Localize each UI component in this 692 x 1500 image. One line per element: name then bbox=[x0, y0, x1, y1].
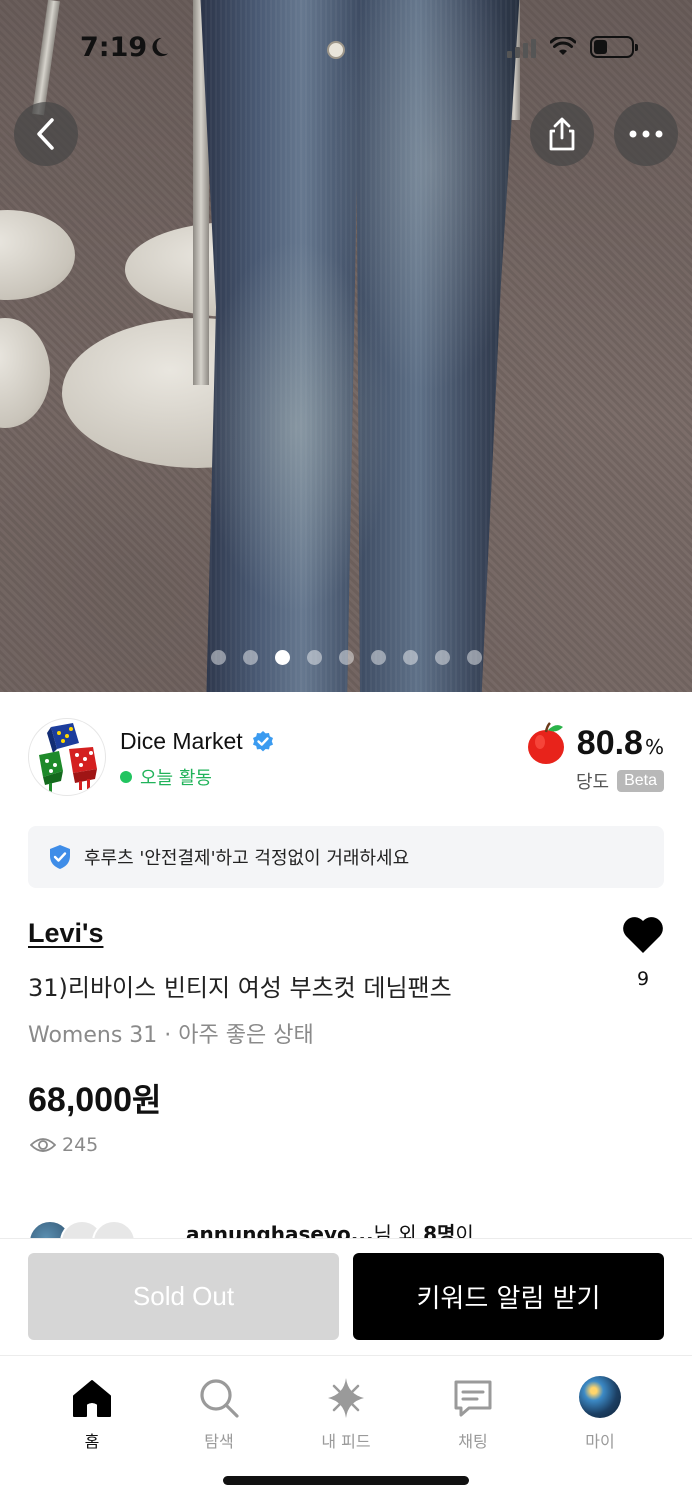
like-count: 9 bbox=[636, 968, 650, 990]
dice-logo bbox=[39, 723, 97, 793]
chat-icon bbox=[454, 1380, 492, 1417]
pagination-dot[interactable] bbox=[338, 650, 354, 665]
sweetness-value: 80.8 bbox=[576, 723, 643, 762]
tab-feed[interactable]: 내 피드 bbox=[291, 1376, 401, 1452]
tab-search[interactable]: 탐색 bbox=[164, 1376, 274, 1452]
jeans-button bbox=[327, 41, 345, 59]
product-image[interactable]: 7:19 bbox=[0, 0, 692, 692]
sweetness-label: 당도 bbox=[575, 772, 610, 793]
price-unit: 원 bbox=[132, 1081, 162, 1119]
eye-icon bbox=[30, 1138, 56, 1152]
seller-name-row[interactable]: Dice Market bbox=[120, 728, 275, 755]
battery-icon bbox=[590, 36, 638, 58]
safe-payment-banner[interactable]: 후루츠 '안전결제'하고 걱정없이 거래하세요 bbox=[28, 826, 664, 888]
pagination-dot[interactable] bbox=[306, 650, 322, 665]
share-icon bbox=[549, 117, 575, 151]
tab-my-label: 마이 bbox=[585, 1432, 615, 1451]
home-indicator bbox=[223, 1476, 469, 1485]
pagination-dot[interactable] bbox=[370, 650, 386, 665]
avatar bbox=[92, 1220, 136, 1240]
view-count-value: 245 bbox=[62, 1134, 99, 1156]
tab-chat-label: 채팅 bbox=[458, 1432, 488, 1451]
sweetness-unit: % bbox=[644, 735, 664, 759]
tab-chat[interactable]: 채팅 bbox=[418, 1376, 528, 1452]
product-title: 31)리바이스 빈티지 여성 부츠컷 데님팬츠 bbox=[28, 974, 452, 1002]
tab-search-label: 탐색 bbox=[204, 1432, 234, 1451]
back-button[interactable] bbox=[14, 102, 78, 166]
interested-users-row[interactable]: annunghaseyo...님 외 8명이 bbox=[28, 1218, 668, 1240]
status-right bbox=[507, 36, 638, 58]
search-icon bbox=[200, 1379, 239, 1418]
pagination-dot[interactable] bbox=[466, 650, 482, 665]
like-button[interactable]: 9 bbox=[618, 914, 668, 990]
brand-link[interactable]: Levi's bbox=[28, 918, 103, 949]
product-price: 68,000원 bbox=[28, 1075, 161, 1121]
product-meta: Womens 31 · 아주 좋은 상태 bbox=[28, 1023, 314, 1048]
online-dot bbox=[120, 771, 132, 783]
interested-users-text: annunghaseyo...님 외 8명이 bbox=[186, 1218, 474, 1240]
tab-my[interactable]: 마이 bbox=[545, 1376, 655, 1452]
shield-icon bbox=[50, 845, 70, 869]
sweetness-label-row: 당도 Beta bbox=[576, 768, 664, 794]
beta-badge: Beta bbox=[617, 770, 664, 792]
more-button[interactable] bbox=[614, 102, 678, 166]
safe-payment-text: 후루츠 '안전결제'하고 걱정없이 거래하세요 bbox=[84, 848, 410, 869]
price-number: 68,000 bbox=[28, 1081, 132, 1119]
jeans-wash bbox=[200, 0, 520, 692]
verified-icon bbox=[252, 730, 273, 751]
home-icon bbox=[73, 1380, 111, 1417]
sold-out-button[interactable]: Sold Out bbox=[28, 1253, 339, 1340]
pagination-dot[interactable] bbox=[210, 650, 226, 665]
signal-icon bbox=[507, 36, 536, 58]
activity-label: 오늘 활동 bbox=[140, 768, 212, 789]
seller-activity: 오늘 활동 bbox=[120, 764, 212, 790]
pagination-dot[interactable] bbox=[274, 650, 290, 665]
profile-avatar bbox=[579, 1376, 621, 1418]
heart-icon bbox=[623, 917, 663, 953]
status-time: 7:19 bbox=[80, 32, 148, 63]
pagination-dot[interactable] bbox=[434, 650, 450, 665]
sweetness-score[interactable]: 80.8 % bbox=[523, 720, 664, 766]
seller-avatar[interactable] bbox=[28, 718, 106, 796]
seller-name: Dice Market bbox=[120, 728, 243, 754]
keyword-alert-button[interactable]: 키워드 알림 받기 bbox=[353, 1253, 664, 1340]
tab-home[interactable]: 홈 bbox=[37, 1376, 147, 1452]
view-count: 245 bbox=[30, 1134, 98, 1156]
seller-row[interactable]: Dice Market 오늘 활동 80.8 % 당도 Beta bbox=[28, 718, 664, 798]
interested-avatars bbox=[28, 1220, 136, 1240]
apple-icon bbox=[527, 722, 564, 764]
wifi-icon bbox=[550, 37, 576, 55]
sparkle-icon bbox=[328, 1378, 364, 1418]
tab-home-label: 홈 bbox=[84, 1432, 100, 1451]
tab-feed-label: 내 피드 bbox=[321, 1432, 371, 1451]
back-icon bbox=[37, 118, 54, 150]
action-bar: Sold Out 키워드 알림 받기 bbox=[0, 1238, 692, 1356]
pagination-dot[interactable] bbox=[402, 650, 418, 665]
image-pagination[interactable] bbox=[0, 650, 692, 665]
share-button[interactable] bbox=[530, 102, 594, 166]
moon-icon bbox=[152, 37, 169, 57]
pagination-dot[interactable] bbox=[242, 650, 258, 665]
more-icon bbox=[629, 130, 663, 138]
